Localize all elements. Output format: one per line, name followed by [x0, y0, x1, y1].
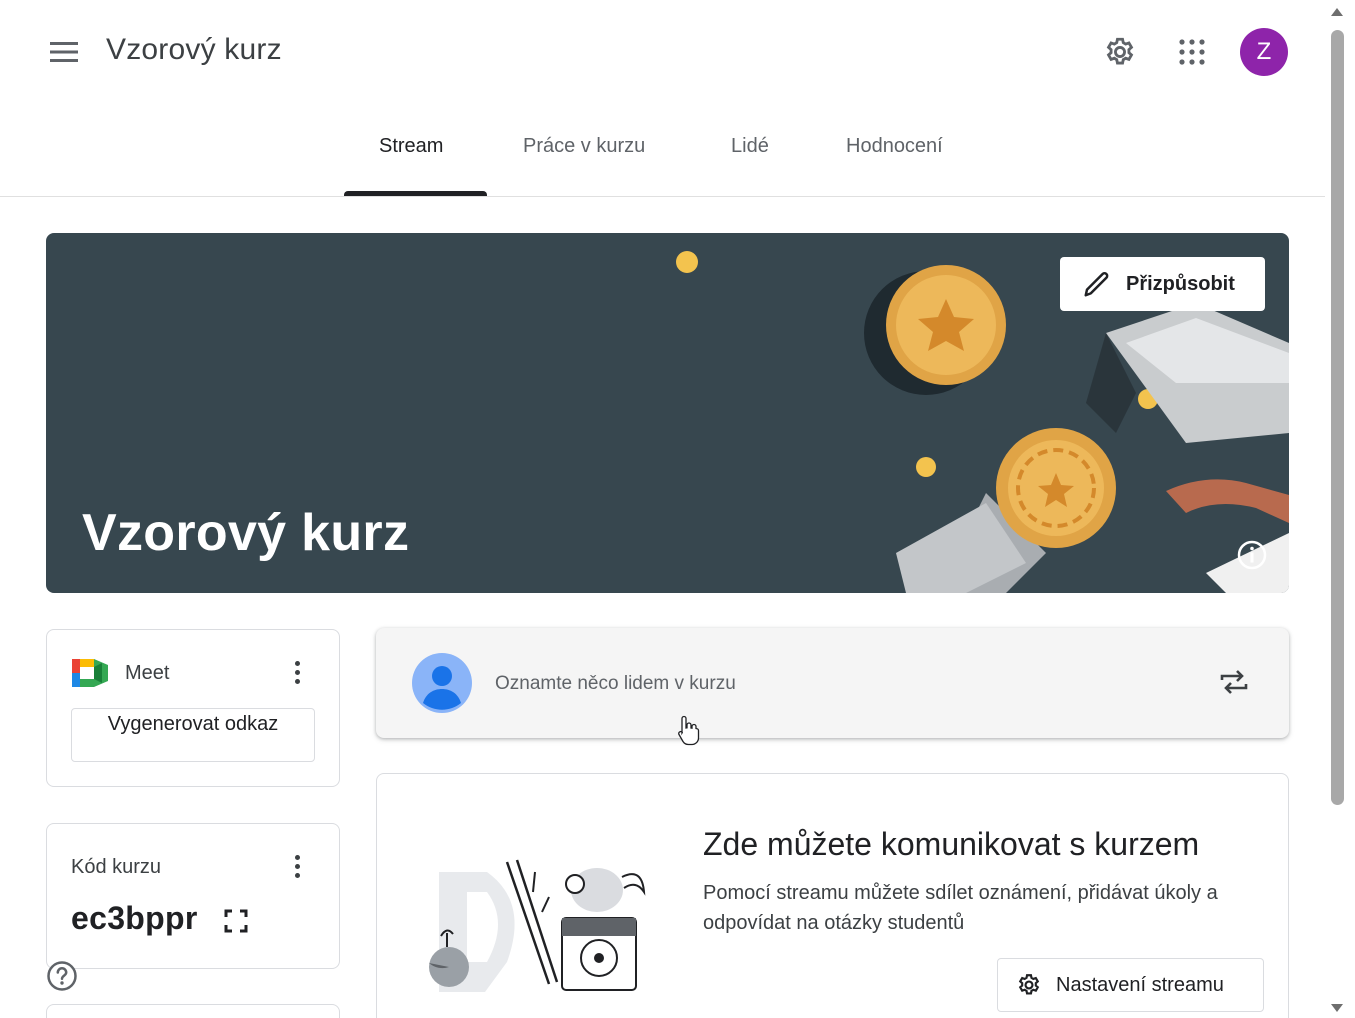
user-avatar-icon — [412, 653, 472, 713]
stream-empty-description: Pomocí streamu můžete sdílet oznámení, p… — [703, 882, 1218, 934]
tab-classwork[interactable]: Práce v kurzu — [523, 135, 645, 158]
scrollbar[interactable] — [1325, 0, 1355, 1018]
stream-illustration — [429, 859, 646, 992]
meet-card: Meet Vygenerovat odkaz — [46, 629, 340, 787]
tab-stream[interactable]: Stream — [379, 135, 443, 158]
course-title[interactable]: Vzorový kurz — [106, 33, 282, 67]
help-icon[interactable] — [46, 960, 78, 992]
fullscreen-icon[interactable] — [223, 908, 249, 934]
top-app-bar: Vzorový kurz Z — [0, 0, 1325, 105]
banner-course-title: Vzorový kurz — [82, 504, 410, 562]
pencil-icon — [1084, 271, 1109, 297]
stream-empty-heading: Zde můžete komunikovat s kurzem — [703, 826, 1200, 862]
stream-settings-label: Nastavení streamu — [1056, 973, 1224, 996]
meet-label: Meet — [125, 662, 170, 684]
hand-cursor-icon — [678, 715, 700, 746]
menu-icon[interactable] — [40, 32, 88, 72]
active-tab-indicator — [344, 191, 487, 196]
more-vert-icon[interactable] — [285, 657, 309, 687]
apps-grid-icon[interactable] — [1172, 32, 1212, 72]
course-banner: Vzorový kurz Přizpůsobit — [46, 233, 1289, 593]
generate-link-button[interactable]: Vygenerovat odkaz — [71, 708, 315, 762]
customize-label: Přizpůsobit — [1126, 272, 1235, 295]
more-vert-icon[interactable] — [285, 851, 309, 881]
class-code-label: Kód kurzu — [71, 856, 162, 878]
info-icon[interactable] — [1236, 539, 1268, 571]
gear-icon[interactable] — [1100, 32, 1140, 72]
tab-grades[interactable]: Hodnocení — [846, 135, 943, 158]
class-code-value: ec3bppr — [71, 900, 198, 936]
announce-input[interactable]: Oznamte něco lidem v kurzu — [495, 673, 736, 695]
class-code-card: Kód kurzu ec3bppr — [46, 823, 340, 969]
announce-box[interactable]: Oznamte něco lidem v kurzu — [376, 628, 1289, 738]
tab-people[interactable]: Lidé — [731, 135, 769, 158]
customize-button[interactable]: Přizpůsobit — [1060, 257, 1265, 311]
scroll-down-icon[interactable] — [1331, 1004, 1343, 1012]
scroll-thumb[interactable] — [1331, 30, 1344, 805]
avatar[interactable]: Z — [1240, 28, 1288, 76]
course-tabs: Stream Práce v kurzu Lidé Hodnocení — [0, 105, 1325, 197]
stream-empty-card: Zde můžete komunikovat s kurzem Pomocí s… — [376, 773, 1289, 1018]
upcoming-card — [46, 1004, 340, 1018]
stream-settings-button[interactable]: Nastavení streamu — [997, 958, 1264, 1012]
repost-icon[interactable] — [1216, 664, 1252, 700]
scroll-up-icon[interactable] — [1331, 8, 1343, 16]
gear-icon — [1018, 974, 1040, 995]
meet-icon — [72, 659, 108, 687]
